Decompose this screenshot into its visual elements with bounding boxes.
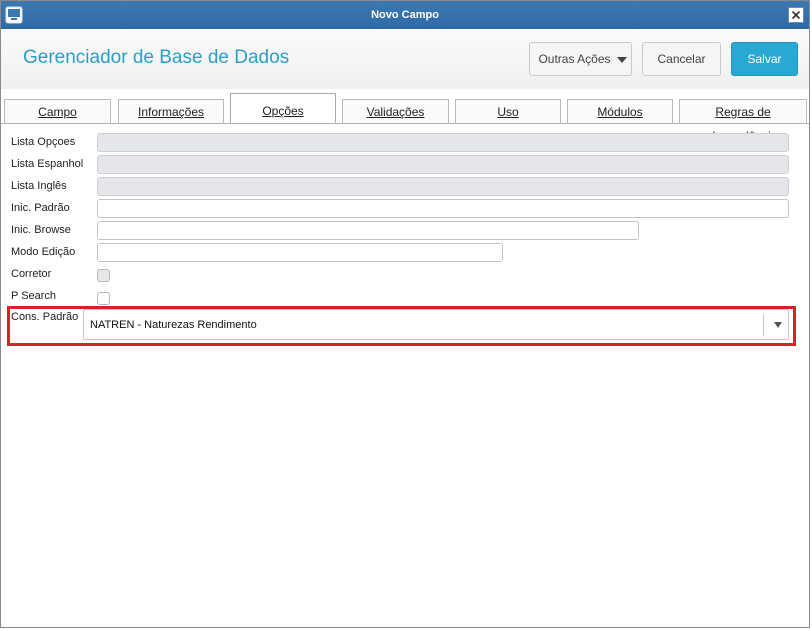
- inic-padrao-input[interactable]: [97, 199, 789, 218]
- tabs-divider: [1, 123, 809, 124]
- tab-opcoes[interactable]: Opções: [230, 93, 336, 124]
- cons-padrao-label: Cons. Padrão: [11, 311, 79, 323]
- title-bar: Novo Campo: [1, 1, 809, 29]
- tab-campo[interactable]: Campo: [4, 99, 111, 123]
- cons-padrao-value: NATREN - Naturezas Rendimento: [90, 319, 257, 331]
- tab-informacoes[interactable]: Informações: [118, 99, 224, 123]
- lista-espanhol-field: [97, 155, 789, 174]
- other-actions-button[interactable]: Outras Ações: [529, 42, 632, 76]
- corretor-label: Corretor: [11, 268, 52, 280]
- inic-padrao-label: Inic. Padrão: [11, 202, 70, 214]
- p-search-label: P Search: [11, 290, 57, 302]
- dialog-window: Novo Campo Gerenciador de Base de Dados …: [0, 0, 810, 628]
- page-title: Gerenciador de Base de Dados: [23, 47, 290, 68]
- inic-browse-label: Inic. Browse: [11, 224, 71, 236]
- window-title: Novo Campo: [371, 9, 439, 21]
- lista-ingles-field: [97, 177, 789, 196]
- lista-opcoes-field: [97, 133, 789, 152]
- other-actions-label: Outras Ações: [538, 52, 611, 66]
- modo-edicao-label: Modo Edição: [11, 246, 76, 258]
- modo-edicao-input[interactable]: [97, 243, 503, 262]
- lista-ingles-label: Lista Inglês: [11, 180, 67, 192]
- cons-padrao-select[interactable]: NATREN - Naturezas Rendimento: [83, 309, 789, 340]
- lista-opcoes-label: Lista Opçoes: [11, 136, 76, 148]
- inic-browse-input[interactable]: [97, 221, 639, 240]
- close-button[interactable]: [788, 7, 804, 23]
- tab-uso[interactable]: Uso: [455, 99, 561, 123]
- corretor-checkbox[interactable]: [97, 269, 110, 282]
- tab-validacoes[interactable]: Validações: [342, 99, 449, 123]
- lista-espanhol-label: Lista Espanhol: [11, 158, 84, 170]
- cancel-button[interactable]: Cancelar: [642, 42, 721, 76]
- select-divider: [763, 314, 764, 336]
- close-icon: [791, 10, 801, 20]
- p-search-checkbox[interactable]: [97, 292, 110, 305]
- caret-down-icon: [617, 57, 627, 63]
- header: Gerenciador de Base de Dados Outras Açõe…: [1, 29, 809, 89]
- save-button[interactable]: Salvar: [731, 42, 798, 76]
- tab-regras-dependencia[interactable]: Regras de dependência: [679, 99, 807, 143]
- chevron-down-icon[interactable]: [774, 322, 782, 328]
- tab-bar: Campo Informações Opções Validações Uso …: [1, 93, 809, 143]
- tab-modulos[interactable]: Módulos: [567, 99, 673, 123]
